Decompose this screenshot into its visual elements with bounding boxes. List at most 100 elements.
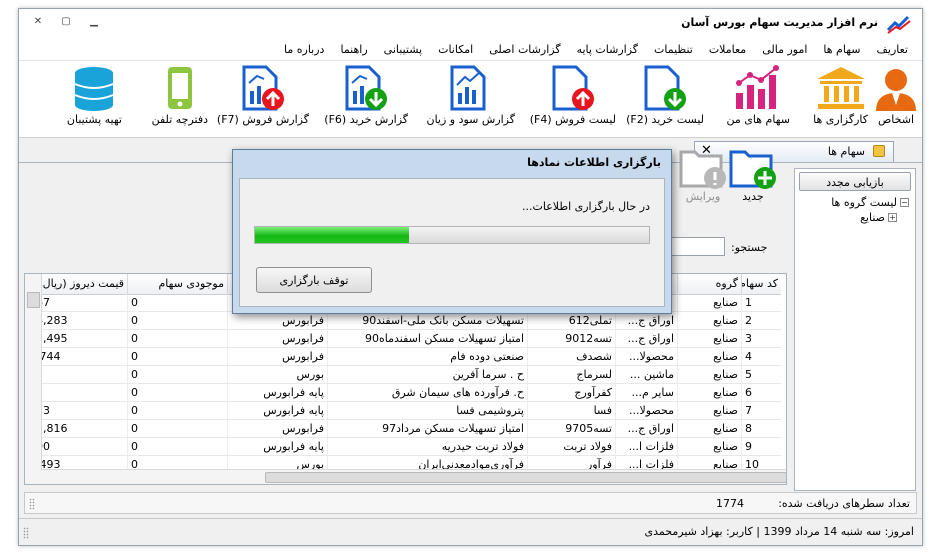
table-row[interactable]: 8 صنایع اوراق ج... تسه9705 امتیاز تسهیلات مس…	[25, 420, 781, 438]
tree-root[interactable]: − لیست گروه ها	[831, 195, 909, 210]
row-count-label: تعداد سطرهای دریافت شده:	[778, 497, 910, 510]
table-cell: فرابورس	[227, 348, 327, 365]
table-cell: اوراق ج...	[615, 330, 677, 347]
table-cell: ح. فرآورده های سیمان شرق	[327, 384, 527, 401]
table-cell: 2	[741, 312, 781, 329]
table-cell: شصدف	[527, 348, 615, 365]
refresh-button[interactable]: بازیابی مجدد	[799, 172, 911, 191]
collapse-icon[interactable]: −	[900, 198, 909, 207]
column-header[interactable]: موجودی سهام	[127, 274, 227, 294]
grip-icon	[29, 498, 35, 510]
resize-grip-icon[interactable]	[23, 527, 29, 539]
table-row[interactable]: 9 صنایع فلزات ا... فولاد تربت فولاد تربت حید…	[25, 438, 781, 456]
table-row[interactable]: 4 صنایع محصولا... شصدف صنعتی دوده فام فرابورس…	[25, 348, 781, 366]
sell-list-button[interactable]: لیست فروش (F4)	[530, 65, 616, 126]
expand-icon[interactable]: +	[888, 213, 897, 222]
backup-button[interactable]: تهیه پشتیبان	[67, 65, 122, 126]
stop-loading-button[interactable]: توقف بارگزاری	[256, 267, 372, 293]
people-button[interactable]: اشخاص	[872, 65, 920, 126]
vertical-scroll-thumb[interactable]	[27, 292, 40, 308]
backup-label: تهیه پشتیبان	[66, 113, 122, 126]
sell-report-label: گزارش فروش (F7)	[216, 113, 309, 126]
table-cell: 7	[741, 402, 781, 419]
menu-basic-reports[interactable]: گزارشات پایه	[569, 43, 646, 56]
table-cell: تملی612	[527, 312, 615, 329]
table-cell: پایه فرابورس	[227, 438, 327, 455]
tree-root-label: لیست گروه ها	[831, 196, 897, 209]
buy-list-label: لیست خرید (F2)	[626, 113, 704, 126]
table-row[interactable]: 3 صنایع اوراق ج... تسه9012 امتیاز تسهیلات مس…	[25, 330, 781, 348]
add-folder-icon	[729, 150, 776, 189]
document-upload-icon	[552, 65, 594, 111]
sell-report-button[interactable]: گزارش فروش (F7)	[217, 65, 309, 126]
menu-support[interactable]: پشتیبانی	[376, 43, 430, 56]
loading-dialog: بارگزاری اطلاعات نمادها در حال بارگزاری …	[232, 149, 672, 314]
phonebook-button[interactable]: دفترچه تلفن	[152, 65, 208, 126]
buy-list-button[interactable]: لیست خرید (F2)	[626, 65, 704, 126]
table-cell: 0	[127, 384, 227, 401]
tab-stocks-label: سهام ها	[827, 145, 865, 158]
row-count-value: 1774	[716, 497, 744, 510]
column-header[interactable]: کد سهام	[741, 274, 781, 294]
edit-folder-icon	[679, 150, 726, 189]
menu-about[interactable]: درباره ما	[276, 43, 332, 56]
minimize-button[interactable]: ▁	[81, 12, 107, 30]
menu-main-reports[interactable]: گزارشات اصلی	[481, 43, 568, 56]
table-row[interactable]: 2 صنایع اوراق ج... تملی612 تسهیلات مسکن بانک…	[25, 312, 781, 330]
new-button[interactable]: جدید	[729, 146, 777, 203]
table-cell: 8	[741, 420, 781, 437]
table-cell: فرابورس	[227, 420, 327, 437]
table-cell: 0	[127, 402, 227, 419]
search-label: جستجو:	[731, 241, 768, 254]
table-cell: فولاد تربت حیدریه	[327, 438, 527, 455]
table-cell: بورس	[227, 366, 327, 383]
table-cell: 0	[127, 438, 227, 455]
maximize-button[interactable]: ▢	[53, 12, 79, 30]
table-cell: پایه فرابورس	[227, 384, 327, 401]
table-cell: 0	[127, 348, 227, 365]
buy-report-button[interactable]: گزارش خرید (F6)	[324, 65, 408, 126]
vertical-scrollbar[interactable]	[25, 274, 42, 484]
group-panel: بازیابی مجدد − لیست گروه ها + صنایع	[794, 168, 916, 491]
menu-trades[interactable]: معاملات	[701, 43, 754, 56]
my-stocks-button[interactable]: سهام های من	[727, 65, 790, 126]
progress-fill	[255, 227, 409, 243]
people-label: اشخاص	[877, 113, 915, 126]
table-cell: لسرماج	[527, 366, 615, 383]
table-row[interactable]: 5 صنایع ماشین ... لسرماج ح . سرما آفرین بورس 0…	[25, 366, 781, 384]
table-cell: 0	[127, 366, 227, 383]
table-cell: اوراق ج...	[615, 420, 677, 437]
report-upload-icon	[242, 65, 284, 111]
column-header[interactable]: گروه	[677, 274, 741, 294]
table-cell: 0	[127, 312, 227, 329]
horizontal-scrollbar[interactable]	[41, 469, 786, 484]
menu-stocks[interactable]: سهام ها	[815, 43, 868, 56]
menu-finance[interactable]: امور مالی	[754, 43, 815, 56]
table-cell: ماشین ...	[615, 366, 677, 383]
edit-button[interactable]: ویرایش	[679, 146, 727, 203]
report-chart-icon	[450, 65, 486, 111]
table-cell: 0	[127, 294, 227, 311]
menu-tools[interactable]: امکانات	[430, 43, 481, 56]
person-icon	[876, 69, 916, 111]
menu-help[interactable]: راهنما	[332, 43, 375, 56]
database-icon	[75, 67, 114, 111]
menu-definitions[interactable]: تعاریف	[869, 43, 916, 56]
table-cell: صنایع	[677, 438, 741, 455]
table-cell: تسه9705	[527, 420, 615, 437]
table-row[interactable]: 6 صنایع سایر م... کفرآورج ح. فرآورده های سیم…	[25, 384, 781, 402]
table-cell: امتیاز تسهیلات مسکن مرداد97	[327, 420, 527, 437]
table-cell: فسا	[527, 402, 615, 419]
table-cell: صنایع	[677, 384, 741, 401]
table-cell: صنایع	[677, 402, 741, 419]
status-bar: امروز: سه شنبه 14 مرداد 1399 | کاربر: به…	[19, 518, 922, 545]
close-button[interactable]: ✕	[25, 12, 51, 30]
table-cell: فلزات ا...	[615, 438, 677, 455]
table-cell: 1	[741, 294, 781, 311]
menu-settings[interactable]: تنظیمات	[646, 43, 701, 56]
brokers-button[interactable]: کارگزاری ها	[813, 65, 868, 126]
table-row[interactable]: 7 صنایع محصولا... فسا پتروشیمی فسا پایه فرابو…	[25, 402, 781, 420]
tree-child[interactable]: + صنایع	[831, 210, 897, 225]
horizontal-scroll-thumb[interactable]	[265, 472, 786, 483]
profit-report-button[interactable]: گزارش سود و زیان	[426, 65, 515, 126]
